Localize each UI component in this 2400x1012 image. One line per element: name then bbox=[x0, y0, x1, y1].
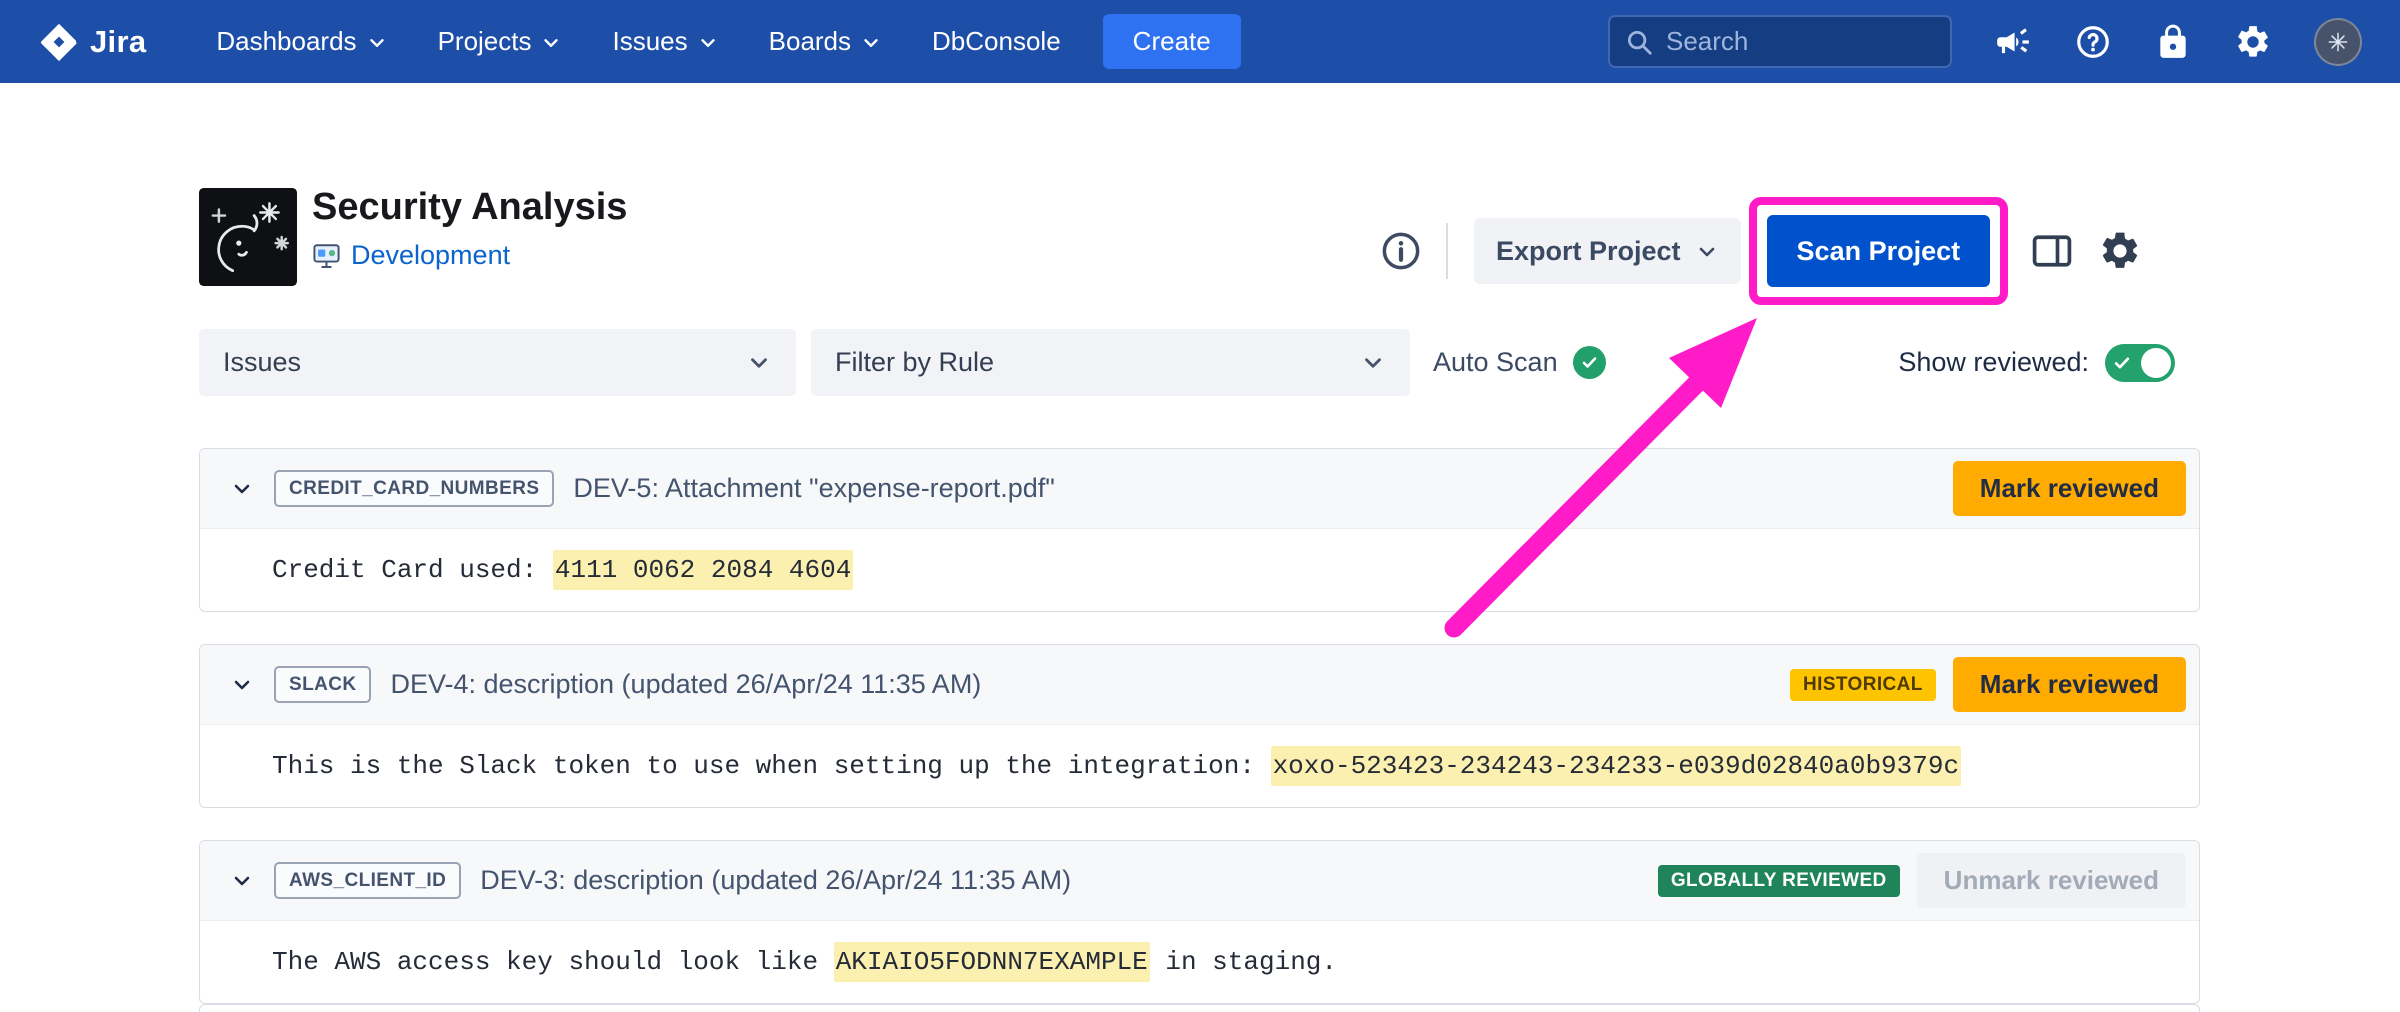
finding-text: Credit Card used: bbox=[272, 555, 553, 585]
chevron-down-icon bbox=[697, 32, 719, 54]
export-project-label: Export Project bbox=[1496, 236, 1681, 267]
issues-dropdown[interactable]: Issues bbox=[199, 329, 796, 396]
chevron-down-icon bbox=[540, 32, 562, 54]
secret-highlight: AKIAIO5FODNN7EXAMPLE bbox=[834, 942, 1150, 982]
finding-body: The AWS access key should look like AKIA… bbox=[200, 921, 2199, 1003]
project-avatar bbox=[199, 188, 297, 286]
annotation-highlight-box: Scan Project bbox=[1749, 197, 2009, 305]
help-icon[interactable] bbox=[2074, 23, 2112, 61]
navbar-icon-group bbox=[1994, 18, 2362, 66]
jira-logo[interactable]: Jira bbox=[38, 21, 146, 63]
rule-dropdown-value: Filter by Rule bbox=[835, 347, 994, 378]
brand-name: Jira bbox=[90, 24, 146, 60]
chevron-down-icon[interactable] bbox=[230, 673, 254, 697]
scan-results-list: CREDIT_CARD_NUMBERS DEV-5: Attachment "e… bbox=[199, 448, 2200, 1004]
nav-dbconsole-label: DbConsole bbox=[932, 26, 1061, 57]
top-navbar: Jira Dashboards Projects Issues Boards D… bbox=[0, 0, 2400, 83]
finding-title: DEV-5: Attachment "expense-report.pdf" bbox=[573, 473, 1054, 504]
toggle-check-icon bbox=[2112, 353, 2132, 373]
finding-card: CREDIT_CARD_NUMBERS DEV-5: Attachment "e… bbox=[199, 448, 2200, 612]
secret-highlight: xoxo-523423-234243-234233-e039d02840a0b9… bbox=[1271, 746, 1962, 786]
finding-actions: GLOBALLY REVIEWED Unmark reviewed bbox=[1658, 853, 2186, 908]
finding-actions: HISTORICAL Mark reviewed bbox=[1790, 657, 2186, 712]
finding-text: The AWS access key should look like bbox=[272, 947, 834, 977]
finding-card-header: SLACK DEV-4: description (updated 26/Apr… bbox=[200, 645, 2199, 725]
finding-body: This is the Slack token to use when sett… bbox=[200, 725, 2199, 807]
mark-reviewed-button[interactable]: Mark reviewed bbox=[1953, 461, 2186, 516]
jira-mark-icon bbox=[38, 21, 80, 63]
export-project-button[interactable]: Export Project bbox=[1474, 218, 1741, 284]
finding-card: AWS_CLIENT_ID DEV-3: description (update… bbox=[199, 840, 2200, 1004]
toggle-knob bbox=[2141, 348, 2171, 378]
nav-projects[interactable]: Projects bbox=[438, 26, 563, 57]
primary-nav: Dashboards Projects Issues Boards DbCons… bbox=[216, 26, 1060, 57]
nav-projects-label: Projects bbox=[438, 26, 532, 57]
scan-project-button[interactable]: Scan Project bbox=[1767, 215, 1991, 287]
nav-boards-label: Boards bbox=[769, 26, 851, 57]
chevron-down-icon[interactable] bbox=[230, 869, 254, 893]
page-title: Security Analysis bbox=[312, 186, 627, 230]
issues-dropdown-value: Issues bbox=[223, 347, 301, 378]
finding-title: DEV-3: description (updated 26/Apr/24 11… bbox=[480, 865, 1071, 896]
header-actions: Export Project Scan Project bbox=[1380, 196, 2142, 306]
rule-badge: AWS_CLIENT_ID bbox=[274, 862, 461, 899]
secret-highlight: 4111 0062 2084 4604 bbox=[553, 550, 853, 590]
chevron-down-icon bbox=[746, 350, 772, 376]
create-button[interactable]: Create bbox=[1103, 14, 1241, 69]
nav-issues[interactable]: Issues bbox=[612, 26, 718, 57]
search-input[interactable] bbox=[1666, 26, 1936, 57]
chevron-down-icon bbox=[860, 32, 882, 54]
search-box[interactable] bbox=[1608, 15, 1952, 68]
auto-scan-check-icon bbox=[1573, 346, 1606, 379]
user-avatar[interactable] bbox=[2314, 18, 2362, 66]
finding-card: SLACK DEV-4: description (updated 26/Apr… bbox=[199, 644, 2200, 808]
show-reviewed-control: Show reviewed: bbox=[1898, 329, 2175, 396]
finding-card-header: CREDIT_CARD_NUMBERS DEV-5: Attachment "e… bbox=[200, 449, 2199, 529]
historical-badge: HISTORICAL bbox=[1790, 669, 1936, 701]
rule-badge: CREDIT_CARD_NUMBERS bbox=[274, 470, 554, 507]
announcements-icon[interactable] bbox=[1994, 23, 2032, 61]
project-type-icon bbox=[312, 241, 341, 270]
chevron-down-icon bbox=[1695, 240, 1719, 264]
side-panel-icon[interactable] bbox=[2030, 229, 2074, 273]
nav-issues-label: Issues bbox=[612, 26, 687, 57]
finding-actions: Mark reviewed bbox=[1953, 461, 2186, 516]
finding-text: This is the Slack token to use when sett… bbox=[272, 751, 1271, 781]
chevron-down-icon[interactable] bbox=[230, 477, 254, 501]
finding-card-header: AWS_CLIENT_ID DEV-3: description (update… bbox=[200, 841, 2199, 921]
nav-dbconsole[interactable]: DbConsole bbox=[932, 26, 1061, 57]
search-icon bbox=[1624, 27, 1654, 57]
lock-icon[interactable] bbox=[2154, 23, 2192, 61]
finding-title: DEV-4: description (updated 26/Apr/24 11… bbox=[390, 669, 981, 700]
gear-icon[interactable] bbox=[2234, 23, 2272, 61]
auto-scan-status: Auto Scan bbox=[1433, 329, 1606, 396]
nav-boards[interactable]: Boards bbox=[769, 26, 882, 57]
chevron-down-icon bbox=[366, 32, 388, 54]
finding-body: Credit Card used: 4111 0062 2084 4604 bbox=[200, 529, 2199, 611]
filter-by-rule-dropdown[interactable]: Filter by Rule bbox=[811, 329, 1410, 396]
chevron-down-icon bbox=[1360, 350, 1386, 376]
settings-gear-icon[interactable] bbox=[2098, 229, 2142, 273]
unmark-reviewed-button[interactable]: Unmark reviewed bbox=[1917, 853, 2186, 908]
rule-badge: SLACK bbox=[274, 666, 371, 703]
nav-dashboards[interactable]: Dashboards bbox=[216, 26, 387, 57]
project-breadcrumb: Development bbox=[312, 240, 510, 271]
vertical-divider bbox=[1446, 223, 1448, 279]
auto-scan-label: Auto Scan bbox=[1433, 347, 1558, 378]
project-link[interactable]: Development bbox=[351, 240, 510, 271]
avatar-glyph-icon bbox=[2325, 29, 2351, 55]
mark-reviewed-button[interactable]: Mark reviewed bbox=[1953, 657, 2186, 712]
finding-text: in staging. bbox=[1150, 947, 1337, 977]
nav-dashboards-label: Dashboards bbox=[216, 26, 356, 57]
info-icon[interactable] bbox=[1380, 230, 1422, 272]
show-reviewed-toggle[interactable] bbox=[2105, 344, 2175, 382]
show-reviewed-label: Show reviewed: bbox=[1898, 347, 2089, 378]
globally-reviewed-badge: GLOBALLY REVIEWED bbox=[1658, 865, 1900, 897]
